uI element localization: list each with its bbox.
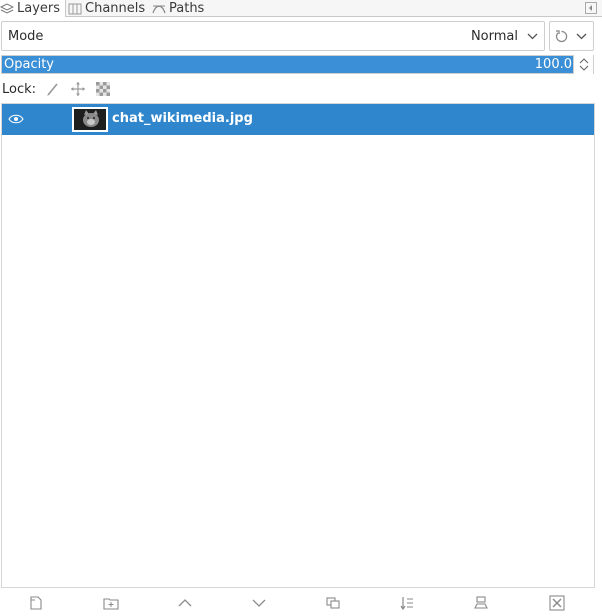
- panel-menu-icon[interactable]: [585, 2, 597, 14]
- dock-tabs: Layers Channels Paths: [0, 0, 602, 17]
- layers-icon: [0, 2, 14, 14]
- tab-layers-label: Layers: [17, 1, 61, 16]
- channels-icon: [68, 3, 82, 14]
- tab-paths-label: Paths: [169, 1, 205, 16]
- chevron-down-icon: [527, 33, 538, 40]
- layer-name[interactable]: chat_wikimedia.jpg: [112, 111, 253, 126]
- delete-layer-icon[interactable]: [549, 595, 565, 611]
- opacity-slider-fill: [2, 56, 573, 73]
- mode-label: Mode: [8, 29, 44, 44]
- cat-thumbnail-image: [74, 109, 106, 130]
- mode-value: Normal: [470, 29, 518, 44]
- mode-select[interactable]: Mode Normal: [1, 21, 545, 51]
- chevron-up-icon[interactable]: [579, 57, 589, 64]
- lock-label: Lock:: [2, 81, 37, 97]
- mode-reset-button[interactable]: [549, 21, 594, 51]
- paint-lock-icon[interactable]: [45, 81, 61, 97]
- layers-list[interactable]: chat_wikimedia.jpg: [1, 103, 595, 588]
- reset-icon: [555, 30, 568, 43]
- paths-icon: [152, 5, 166, 13]
- tab-paths[interactable]: Paths: [152, 0, 204, 17]
- opacity-slider[interactable]: Opacity 100.0: [1, 55, 594, 74]
- opacity-value: 100.0: [534, 57, 572, 72]
- lower-layer-icon[interactable]: [251, 595, 267, 611]
- alpha-lock-icon[interactable]: [95, 81, 111, 97]
- new-layer-icon[interactable]: [28, 595, 44, 611]
- opacity-label: Opacity: [4, 57, 55, 72]
- chevron-down-icon[interactable]: [579, 65, 589, 72]
- duplicate-layer-icon[interactable]: [325, 595, 341, 611]
- chevron-down-icon: [576, 33, 587, 40]
- new-layer-group-icon[interactable]: [103, 595, 119, 611]
- tab-channels-label: Channels: [85, 1, 146, 16]
- merge-down-icon[interactable]: [399, 595, 415, 611]
- layers-action-bar: [0, 590, 602, 616]
- tab-channels[interactable]: Channels: [68, 0, 145, 17]
- anchor-layer-icon[interactable]: [473, 595, 489, 611]
- lock-row: Lock:: [2, 80, 120, 98]
- layer-row[interactable]: chat_wikimedia.jpg: [2, 104, 594, 135]
- raise-layer-icon[interactable]: [177, 595, 193, 611]
- eye-icon[interactable]: [8, 113, 24, 125]
- position-lock-icon[interactable]: [70, 81, 86, 97]
- layer-thumbnail: [72, 107, 108, 132]
- opacity-spin-buttons[interactable]: [573, 55, 593, 74]
- tab-layers[interactable]: Layers: [0, 0, 67, 17]
